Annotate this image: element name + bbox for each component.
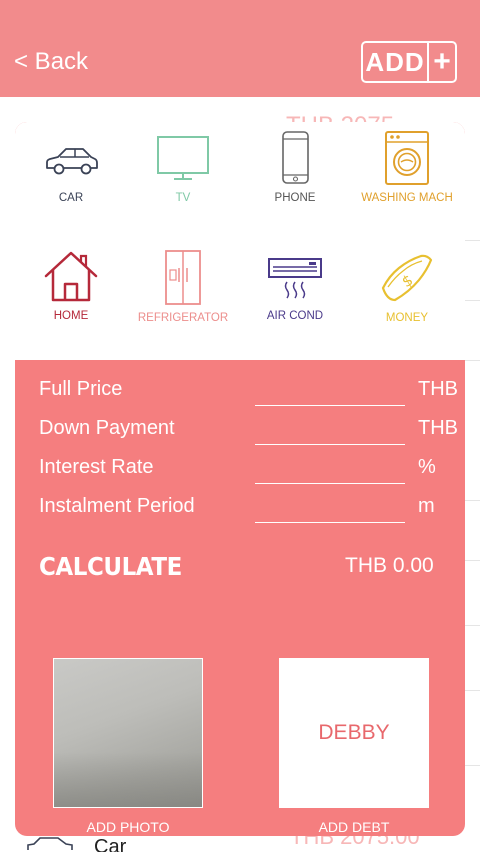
category-label: PHONE (274, 192, 316, 204)
category-air-conditioner[interactable]: AIR COND (239, 250, 351, 322)
list-separator (465, 500, 480, 501)
category-washing-machine[interactable]: WASHING MACH (351, 130, 463, 204)
full-price-input[interactable] (255, 378, 405, 406)
category-label: AIR COND (266, 310, 324, 322)
washing-machine-icon (385, 131, 429, 185)
category-label: TV (175, 192, 191, 204)
calculation-result: THB 0.00 (345, 554, 434, 577)
calculate-button[interactable]: CALCULATE (39, 552, 182, 581)
popover-arrow (404, 107, 432, 122)
unit-label: THB (418, 417, 458, 439)
category-label: HOME (53, 310, 89, 322)
category-label: CAR (58, 192, 84, 204)
car-icon (27, 837, 73, 850)
calculator-form: Full Price THB Down Payment THB Interest… (15, 360, 465, 836)
home-icon (44, 251, 98, 302)
add-debt-button[interactable]: ADD DEBT (279, 819, 429, 835)
interest-rate-input[interactable] (255, 456, 405, 484)
category-money[interactable]: $ MONEY (351, 250, 463, 324)
instalment-period-input[interactable] (255, 495, 405, 523)
category-phone[interactable]: PHONE (239, 130, 351, 204)
debtor-name-box[interactable]: DEBBY (279, 658, 429, 808)
unit-label: % (418, 456, 436, 478)
back-button[interactable]: < Back (14, 48, 88, 76)
photo-shade (54, 752, 202, 807)
tv-icon (157, 136, 209, 180)
field-label: Interest Rate (39, 456, 154, 478)
add-button[interactable]: ADD + (361, 41, 457, 83)
field-label: Instalment Period (39, 495, 195, 517)
down-payment-input[interactable] (255, 417, 405, 445)
form-row-full-price: Full Price THB (39, 378, 465, 408)
add-debt-popover: CAR TV PHONE WASHING MACH HOME REFRIGERA… (15, 122, 465, 836)
category-picker: CAR TV PHONE WASHING MACH HOME REFRIGERA… (15, 122, 465, 360)
form-row-instalment-period: Instalment Period m (39, 495, 465, 525)
photo-thumbnail[interactable] (53, 658, 203, 808)
category-home[interactable]: HOME (15, 250, 127, 322)
phone-icon (282, 131, 309, 184)
category-refrigerator[interactable]: REFRIGERATOR (127, 250, 239, 324)
top-nav-bar: < Back ADD + (0, 0, 480, 97)
add-button-label: ADD (365, 46, 425, 77)
list-separator (465, 560, 480, 561)
field-label: Down Payment (39, 417, 175, 439)
list-separator (465, 300, 480, 301)
form-row-down-payment: Down Payment THB (39, 417, 465, 447)
category-label: REFRIGERATOR (137, 312, 229, 324)
unit-label: m (418, 495, 435, 517)
unit-label: THB (418, 378, 458, 400)
list-separator (465, 625, 480, 626)
plus-icon: + (427, 43, 455, 81)
air-conditioner-icon (268, 258, 322, 299)
list-item-label: Car (94, 836, 127, 852)
category-label: WASHING MACH (361, 192, 453, 204)
refrigerator-icon (165, 250, 201, 305)
car-icon (46, 148, 98, 175)
form-row-interest-rate: Interest Rate % (39, 456, 465, 486)
list-separator (465, 240, 480, 241)
category-tv[interactable]: TV (127, 134, 239, 204)
list-separator (465, 690, 480, 691)
field-label: Full Price (39, 378, 123, 400)
add-photo-button[interactable]: ADD PHOTO (53, 819, 203, 835)
money-icon: $ (381, 254, 433, 302)
category-car[interactable]: CAR (15, 134, 127, 204)
svg-text:$: $ (399, 271, 417, 291)
list-separator (465, 360, 480, 361)
category-label: MONEY (385, 312, 429, 324)
list-separator (465, 765, 480, 766)
